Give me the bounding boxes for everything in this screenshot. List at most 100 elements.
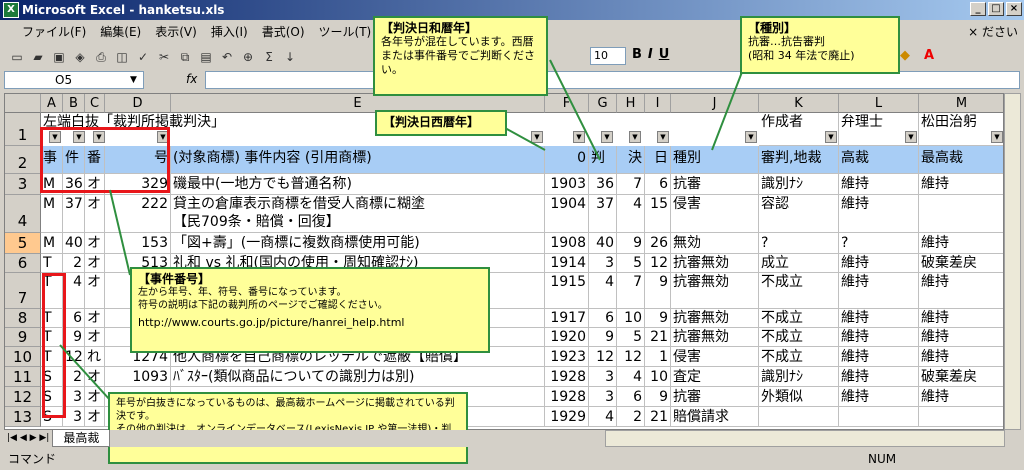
autofilter-k-icon[interactable]: ▼ — [825, 131, 837, 143]
cell-h[interactable]: 4 — [617, 367, 645, 387]
row-header-3[interactable]: 3 — [5, 174, 41, 195]
row-header-1[interactable]: 1 — [5, 113, 41, 146]
cell-m[interactable]: 維持 — [919, 233, 1003, 254]
autofilter-i-icon[interactable]: ▼ — [657, 131, 669, 143]
cell-g[interactable]: 36 — [589, 174, 617, 195]
row-header-8[interactable]: 8 — [5, 309, 41, 328]
cell-h[interactable]: 7 — [617, 174, 645, 195]
cell-d[interactable]: 222 — [105, 195, 171, 233]
cell-c[interactable]: れ — [85, 347, 105, 367]
cell-l[interactable]: 維持 — [839, 387, 919, 407]
new-file-icon[interactable]: ▭ — [8, 48, 26, 66]
cell-k[interactable]: 識別ﾅｼ — [759, 367, 839, 387]
autofilter-g-icon[interactable]: ▼ — [601, 131, 613, 143]
autofilter-m-icon[interactable]: ▼ — [991, 131, 1003, 143]
function-icon[interactable]: fx — [186, 72, 197, 86]
cell-m[interactable]: 破棄差戻 — [919, 254, 1003, 273]
copy-icon[interactable]: ⧉ — [176, 48, 194, 66]
cell-l[interactable]: ? — [839, 233, 919, 254]
menu-file[interactable]: ファイル(F) — [22, 23, 86, 40]
cell-g[interactable]: 3 — [589, 367, 617, 387]
cell-d[interactable]: 1093 — [105, 367, 171, 387]
cell-l[interactable]: 維持 — [839, 309, 919, 328]
cell-k[interactable]: 不成立 — [759, 328, 839, 347]
cell-m[interactable] — [919, 407, 1003, 427]
cell-c[interactable]: オ — [85, 309, 105, 328]
close-document-button[interactable]: × ださい — [968, 23, 1018, 40]
cell-i[interactable]: 9 — [645, 273, 671, 309]
cell-h[interactable]: 6 — [617, 387, 645, 407]
fill-color-icon[interactable]: ◆ — [900, 48, 910, 63]
cell-b[interactable]: 6 — [63, 309, 85, 328]
cell-a[interactable]: M — [41, 195, 63, 233]
cell-e[interactable]: 磯最中(一地方でも普通名称) — [171, 174, 545, 195]
cell-g[interactable]: 3 — [589, 254, 617, 273]
cell-i[interactable]: 21 — [645, 407, 671, 427]
cell-c[interactable]: オ — [85, 233, 105, 254]
autofilter-l-icon[interactable]: ▼ — [905, 131, 917, 143]
cell-c[interactable]: オ — [85, 387, 105, 407]
cell-j[interactable]: 抗審 — [671, 387, 759, 407]
bold-button[interactable]: B — [632, 47, 642, 62]
cell-f[interactable]: 1923 — [545, 347, 589, 367]
cell-d[interactable]: 153 — [105, 233, 171, 254]
cell-k[interactable]: 不成立 — [759, 273, 839, 309]
cell-g[interactable]: 4 — [589, 407, 617, 427]
header-cell-trial[interactable]: 審判,地裁 — [759, 146, 839, 174]
cell-k[interactable]: 識別ﾅｼ — [759, 174, 839, 195]
column-header-c[interactable]: C — [85, 94, 105, 113]
cell-j[interactable]: 無効 — [671, 233, 759, 254]
cell-c[interactable]: オ — [85, 367, 105, 387]
hyperlink-icon[interactable]: ⊕ — [239, 48, 257, 66]
spelling-icon[interactable]: ✓ — [134, 48, 152, 66]
cell-e[interactable]: 「図+壽」(一商標に複数商標使用可能) — [171, 233, 545, 254]
cell-b[interactable]: 2 — [63, 367, 85, 387]
save-icon[interactable]: ▣ — [50, 48, 68, 66]
cell-i[interactable]: 9 — [645, 387, 671, 407]
cell-h[interactable]: 7 — [617, 273, 645, 309]
menu-view[interactable]: 表示(V) — [155, 23, 197, 40]
callout-jiken-link[interactable]: http://www.courts.go.jp/picture/hanrei_h… — [138, 316, 482, 330]
cell-j[interactable]: 査定 — [671, 367, 759, 387]
cell-j[interactable]: 賠償請求 — [671, 407, 759, 427]
cell-b[interactable]: 12 — [63, 347, 85, 367]
cell-b[interactable]: 37 — [63, 195, 85, 233]
cell-g[interactable]: 37 — [589, 195, 617, 233]
cell-l[interactable]: 維持 — [839, 174, 919, 195]
cell-k[interactable]: ? — [759, 233, 839, 254]
cell-k[interactable]: 成立 — [759, 254, 839, 273]
row-header-13[interactable]: 13 — [5, 407, 41, 427]
cell-m[interactable]: 維持 — [919, 273, 1003, 309]
row-header-9[interactable]: 9 — [5, 328, 41, 347]
cell-c[interactable]: オ — [85, 328, 105, 347]
header-cell-judg-year[interactable]: 判 — [589, 146, 617, 174]
cell-f[interactable]: 1920 — [545, 328, 589, 347]
autosum-icon[interactable]: Σ — [260, 48, 278, 66]
header-cell-content[interactable]: (対象商標) 事件内容 (引用商標) — [171, 146, 545, 174]
row-header-10[interactable]: 10 — [5, 347, 41, 367]
column-header-d[interactable]: D — [105, 94, 171, 113]
cell-b[interactable]: 3 — [63, 407, 85, 427]
cell-f[interactable]: 1914 — [545, 254, 589, 273]
underline-button[interactable]: U — [659, 47, 670, 62]
cell-m[interactable]: 維持 — [919, 347, 1003, 367]
cell-b[interactable]: 9 — [63, 328, 85, 347]
cell-l[interactable]: 維持 — [839, 347, 919, 367]
cell-l[interactable]: 維持 — [839, 254, 919, 273]
column-header-m[interactable]: M — [919, 94, 1003, 113]
sort-icon[interactable]: ↓ — [281, 48, 299, 66]
undo-icon[interactable]: ↶ — [218, 48, 236, 66]
cell-j[interactable]: 抗審無効 — [671, 254, 759, 273]
header-cell-supreme-court[interactable]: 最高裁 — [919, 146, 1003, 174]
cell-i[interactable]: 12 — [645, 254, 671, 273]
cell-l[interactable] — [839, 407, 919, 427]
cell-h[interactable]: 5 — [617, 328, 645, 347]
menu-format[interactable]: 書式(O) — [262, 23, 305, 40]
column-header-a[interactable]: A — [41, 94, 63, 113]
cell-m[interactable] — [919, 195, 1003, 233]
header-cell-day[interactable]: 日 — [645, 146, 671, 174]
preview-icon[interactable]: ◫ — [113, 48, 131, 66]
cell-b[interactable]: 3 — [63, 387, 85, 407]
column-header-f[interactable]: F — [545, 94, 589, 113]
cell-k[interactable]: 不成立 — [759, 309, 839, 328]
